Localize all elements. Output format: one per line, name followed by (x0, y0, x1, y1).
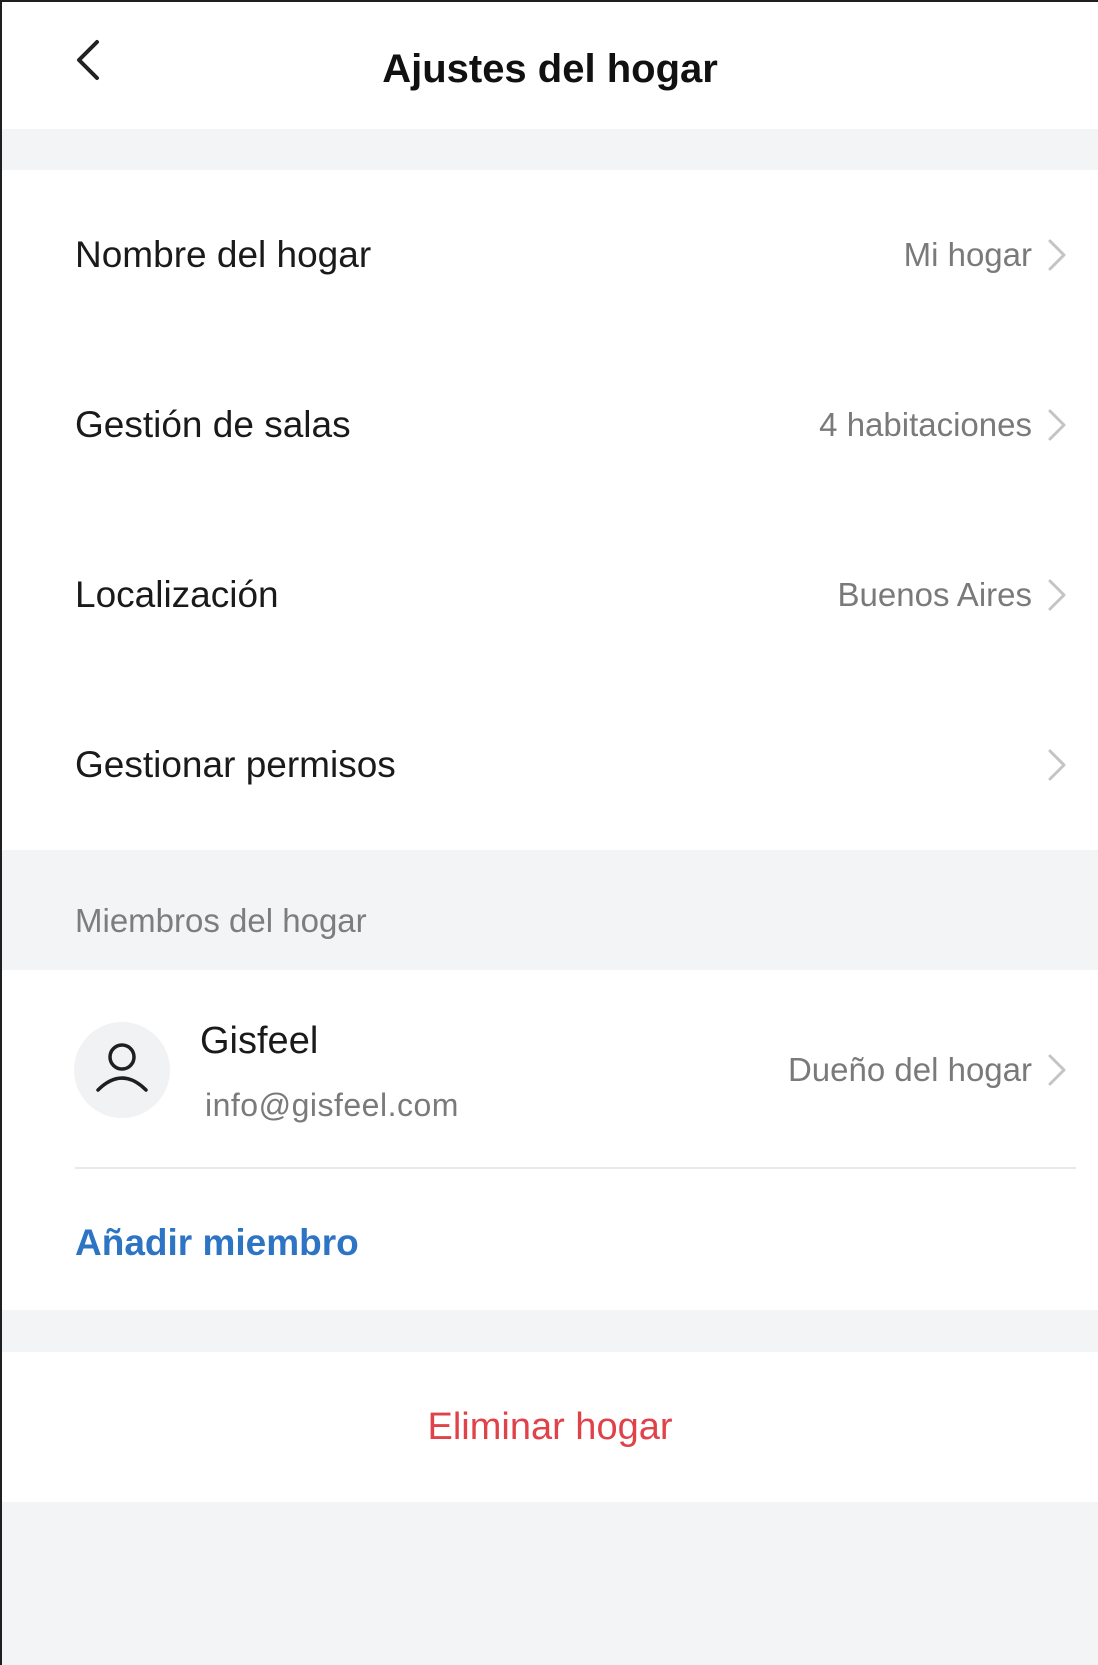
chevron-right-icon (1046, 577, 1068, 613)
add-member-button[interactable]: Añadir miembro (75, 1222, 359, 1264)
divider (75, 1167, 1076, 1169)
chevron-right-icon (1046, 237, 1068, 273)
settings-row-value: 4 habitaciones (819, 406, 1032, 443)
page-title: Ajustes del hogar (382, 47, 718, 91)
settings-row-label: Nombre del hogar (75, 234, 372, 275)
settings-row-location[interactable]: Localización Buenos Aires (2, 510, 1098, 680)
settings-row-label: Gestionar permisos (75, 744, 396, 785)
avatar (74, 1022, 170, 1118)
member-name: Gisfeel (200, 1020, 319, 1062)
settings-row-label: Localización (75, 574, 279, 615)
settings-row-value: Buenos Aires (837, 576, 1032, 613)
member-role: Dueño del hogar (787, 1051, 1032, 1088)
settings-row-room-management[interactable]: Gestión de salas 4 habitaciones (2, 340, 1098, 510)
settings-row-value: Mi hogar (903, 236, 1032, 273)
top-bar: Ajustes del hogar (2, 2, 1098, 129)
app-screen: Ajustes del hogar Nombre del hogar Mi ho… (0, 0, 1098, 1665)
member-email: info@gisfeel.com (205, 1087, 459, 1123)
delete-home-button[interactable]: Eliminar hogar (2, 1377, 1098, 1477)
chevron-right-icon (1046, 747, 1068, 783)
chevron-right-icon (1046, 407, 1068, 443)
members-section-label: Miembros del hogar (75, 902, 367, 939)
settings-row-permissions[interactable]: Gestionar permisos (2, 680, 1098, 850)
member-role-link[interactable]: Dueño del hogar (788, 1022, 1068, 1118)
settings-card: Nombre del hogar Mi hogar Gestión de sal… (2, 170, 1098, 850)
settings-row-home-name[interactable]: Nombre del hogar Mi hogar (2, 170, 1098, 340)
settings-row-label: Gestión de salas (75, 404, 351, 445)
chevron-right-icon (1046, 1052, 1068, 1088)
user-icon (92, 1038, 152, 1103)
